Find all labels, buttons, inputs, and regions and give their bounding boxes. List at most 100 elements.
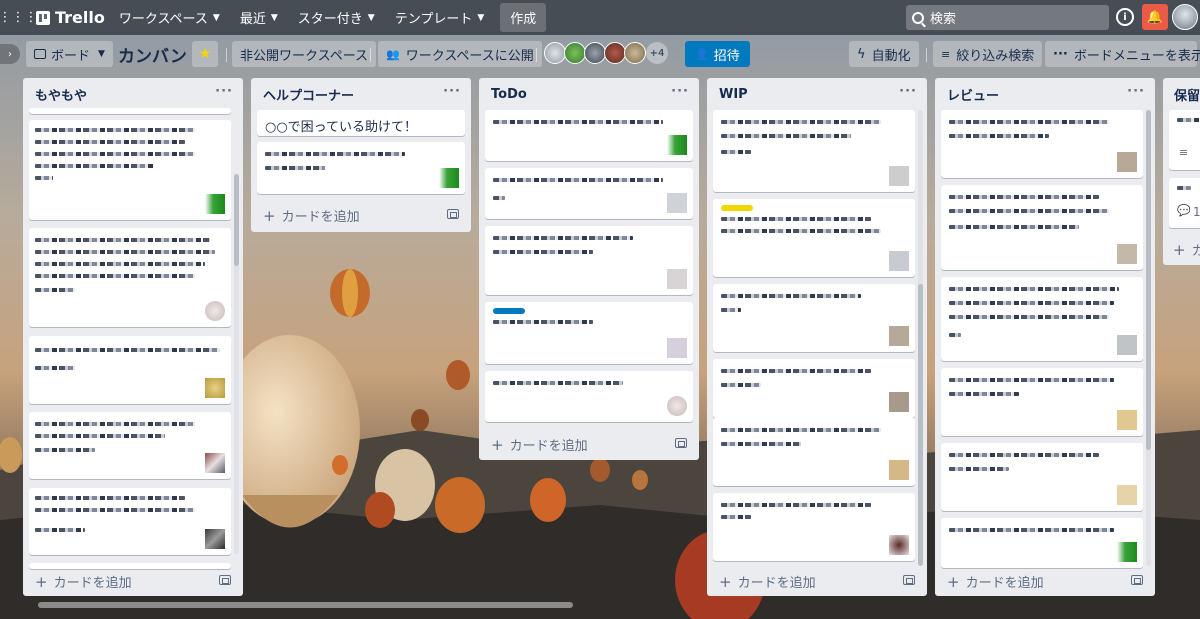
nav-menu-workspaces[interactable]: ワークスペース ▼ xyxy=(119,8,220,27)
card[interactable] xyxy=(713,493,915,561)
card[interactable] xyxy=(29,108,231,114)
plus-icon: + xyxy=(263,206,276,225)
sidebar-expand-icon[interactable]: › xyxy=(0,44,20,64)
board-view-switcher[interactable]: ボード ▼ xyxy=(26,41,113,67)
list-scrollbar-thumb[interactable] xyxy=(1146,110,1151,450)
card[interactable] xyxy=(713,359,915,418)
card[interactable] xyxy=(29,563,231,569)
member-avatar xyxy=(439,168,459,188)
list-review: レビュー ··· + カードを追加 xyxy=(935,78,1155,596)
board-horizontal-scrollbar[interactable] xyxy=(38,602,573,608)
apps-grid-icon[interactable]: ⋮⋮⋮ xyxy=(0,6,38,30)
create-button[interactable]: 作成 xyxy=(500,3,547,32)
add-card-button[interactable]: + カードを追加 xyxy=(719,572,816,592)
member-avatar[interactable] xyxy=(584,42,606,64)
invite-button[interactable]: 👤 招待 xyxy=(685,41,750,67)
top-navigation: ⋮⋮⋮ Trello ワークスペース ▼ 最近 ▼ スター付き ▼ テンプレート ▼ 作… xyxy=(0,0,1200,35)
list-moyamoya: もやもや ··· + カードを追加 xyxy=(23,78,243,596)
card[interactable] xyxy=(485,302,693,364)
card[interactable] xyxy=(29,336,231,404)
member-avatar[interactable] xyxy=(624,42,646,64)
add-card-button[interactable]: + カードを追加 xyxy=(947,572,1044,592)
list-scrollbar[interactable] xyxy=(1146,110,1151,566)
card[interactable] xyxy=(941,518,1143,568)
card[interactable] xyxy=(713,284,915,352)
create-from-template-icon[interactable] xyxy=(903,575,915,585)
chevron-down-icon: ▼ xyxy=(367,12,375,23)
card[interactable] xyxy=(941,368,1143,436)
list-menu-icon[interactable]: ··· xyxy=(1127,84,1145,99)
list-header[interactable]: 保留 xyxy=(1163,78,1200,110)
card[interactable] xyxy=(485,226,693,295)
add-card-button[interactable]: + カードを追加 xyxy=(263,206,360,226)
list-header[interactable]: WIP ··· xyxy=(707,78,927,110)
member-avatar[interactable] xyxy=(544,42,566,64)
nav-menu-starred[interactable]: スター付き ▼ xyxy=(298,8,375,27)
add-card-button[interactable]: + カードを追加 xyxy=(35,572,132,592)
card[interactable] xyxy=(713,199,915,277)
card[interactable] xyxy=(257,142,465,194)
list-wip: WIP ··· + カードを追加 xyxy=(707,78,927,596)
list-menu-icon[interactable]: ··· xyxy=(215,84,233,99)
card[interactable] xyxy=(941,110,1143,178)
list-scrollbar[interactable] xyxy=(918,110,923,566)
card[interactable]: 💬 1 xyxy=(1169,178,1200,228)
members-more-count[interactable]: +4 xyxy=(646,42,668,64)
board-view-label: ボード xyxy=(51,48,91,64)
member-avatar[interactable] xyxy=(564,42,586,64)
board-menu-button[interactable]: ··· ボードメニューを表示 xyxy=(1045,41,1200,67)
card[interactable] xyxy=(713,418,915,486)
trello-logo[interactable]: Trello xyxy=(36,8,105,27)
card[interactable] xyxy=(29,228,231,327)
card[interactable] xyxy=(29,412,231,479)
create-from-template-icon[interactable] xyxy=(1131,575,1143,585)
create-from-template-icon[interactable] xyxy=(447,209,459,219)
list-menu-icon[interactable]: ··· xyxy=(443,84,461,99)
list-scrollbar-thumb[interactable] xyxy=(234,174,239,266)
notifications-bell-icon[interactable]: 🔔 xyxy=(1142,4,1168,30)
card[interactable] xyxy=(485,168,693,219)
add-card-button[interactable]: + カードを追加 xyxy=(491,435,588,455)
member-avatar xyxy=(205,194,225,214)
workspace-visibility-button[interactable]: 非公開ワークスペース xyxy=(232,41,377,67)
card[interactable] xyxy=(941,443,1143,511)
list-scrollbar[interactable] xyxy=(234,174,239,554)
nav-menu-recent[interactable]: 最近 ▼ xyxy=(240,8,278,27)
star-board-button[interactable]: ★ xyxy=(192,41,218,67)
list-menu-icon[interactable]: ··· xyxy=(671,84,689,99)
card[interactable] xyxy=(29,120,231,220)
list-title: もやもや xyxy=(35,88,88,104)
list-header[interactable]: もやもや ··· xyxy=(23,78,243,110)
card[interactable] xyxy=(941,277,1143,361)
create-from-template-icon[interactable] xyxy=(675,438,687,448)
member-avatar[interactable] xyxy=(604,42,626,64)
filter-button[interactable]: ≡ 絞り込み検索 xyxy=(933,41,1043,67)
automation-button[interactable]: ϟ 自動化 xyxy=(849,41,919,67)
board-title[interactable]: カンバン xyxy=(118,42,187,67)
automation-label: 自動化 xyxy=(871,48,911,64)
list-scrollbar-thumb[interactable] xyxy=(918,284,923,566)
card[interactable] xyxy=(485,110,693,161)
card[interactable] xyxy=(941,185,1143,270)
more-icon: ··· xyxy=(1053,46,1068,62)
info-icon[interactable]: i xyxy=(1116,8,1134,26)
list-header[interactable]: ToDo ··· xyxy=(479,78,699,110)
list-on-hold: 保留 ≡ 💬 1 + カードを追加 xyxy=(1163,78,1200,265)
card[interactable]: ○○で困っている助けて！ xyxy=(257,110,465,136)
list-menu-icon[interactable]: ··· xyxy=(899,84,917,99)
add-card-button[interactable]: + カードを追加 xyxy=(1173,240,1200,260)
card[interactable]: ≡ xyxy=(1169,110,1200,170)
list-help-corner: ヘルプコーナー ··· ○○で困っている助けて！ + カードを追加 xyxy=(251,78,471,232)
search-icon xyxy=(912,11,924,24)
user-avatar[interactable] xyxy=(1172,4,1198,30)
list-header[interactable]: ヘルプコーナー ··· xyxy=(251,78,471,110)
card[interactable] xyxy=(713,110,915,192)
workspace-public-button[interactable]: 👥 ワークスペースに公開 xyxy=(378,41,542,67)
add-card-label: カードを追加 xyxy=(965,576,1044,591)
card[interactable] xyxy=(485,371,693,422)
create-from-template-icon[interactable] xyxy=(219,575,231,585)
list-header[interactable]: レビュー ··· xyxy=(935,78,1155,110)
nav-menu-templates[interactable]: テンプレート ▼ xyxy=(395,8,485,27)
card[interactable] xyxy=(29,488,231,555)
search-input[interactable]: 検索 xyxy=(906,5,1109,30)
